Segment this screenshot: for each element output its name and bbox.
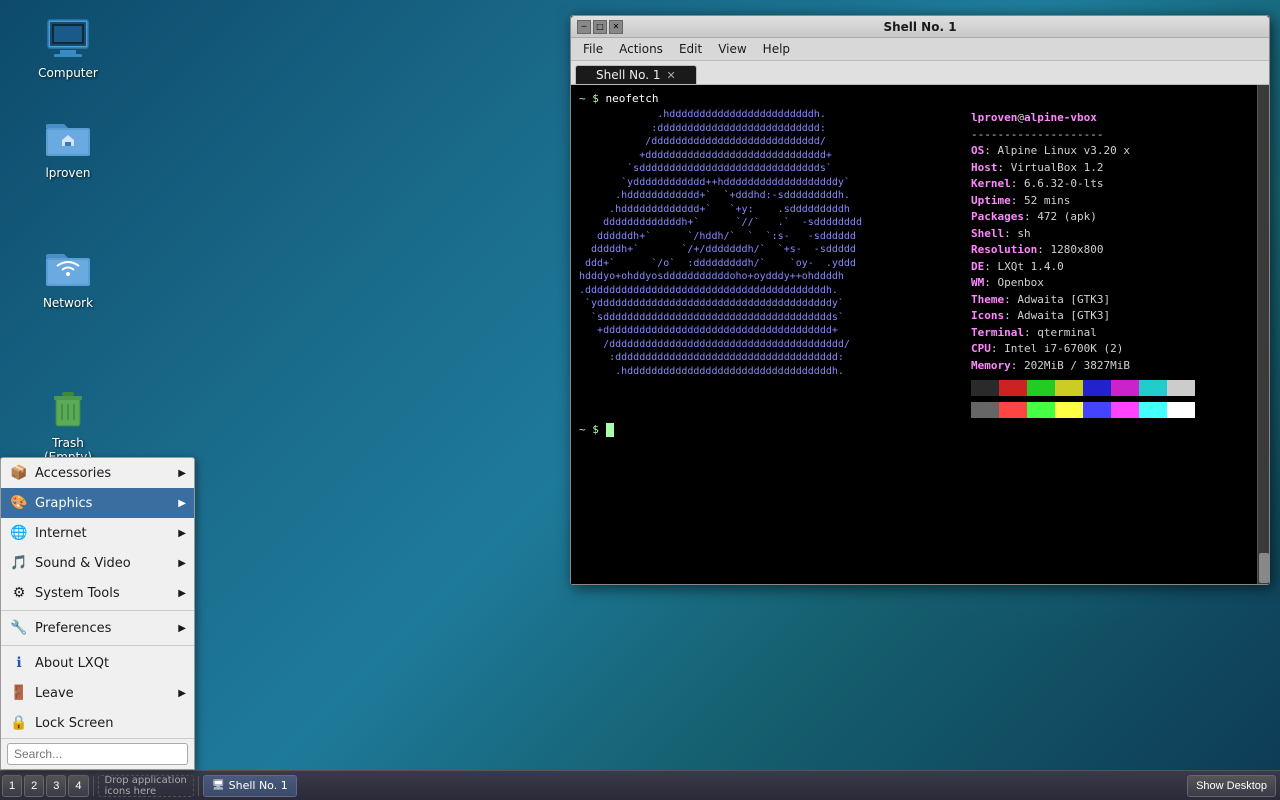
pager-btn-2[interactable]: 2 [24, 775, 44, 797]
about-icon: ℹ [9, 653, 29, 673]
computer-icon [44, 14, 92, 62]
accessories-icon: 📦 [9, 463, 29, 483]
app-menu: 📦 Accessories ▶ 🎨 Graphics ▶ 🌐 Internet … [0, 457, 195, 770]
graphics-icon: 🎨 [9, 493, 29, 513]
terminal-close-btn[interactable]: ✕ [609, 20, 623, 34]
menu-item-internet[interactable]: 🌐 Internet ▶ [1, 518, 194, 548]
menu-item-system-tools[interactable]: ⚙ System Tools ▶ [1, 578, 194, 608]
terminal-maximize-btn[interactable]: □ [593, 20, 607, 34]
terminal-prompt-line: ~ $ neofetch [579, 91, 1249, 106]
taskbar-window-shell[interactable]: 🖥 Shell No. 1 [203, 775, 297, 797]
menu-item-sound-video[interactable]: 🎵 Sound & Video ▶ [1, 548, 194, 578]
terminal-color-blocks-2 [971, 402, 1195, 418]
desktop-icon-lproven[interactable]: lproven [28, 110, 108, 184]
taskbar-window-label: Shell No. 1 [229, 779, 288, 792]
terminal-content-area: ~ $ neofetch .hddddddddddddddddddddddddh… [571, 85, 1269, 584]
lproven-icon-label: lproven [45, 166, 90, 180]
lock-icon: 🔒 [9, 713, 29, 733]
taskbar-left: 1 2 3 4 Drop applicationicons here 🖥 She… [0, 775, 297, 797]
lproven-folder-icon [44, 114, 92, 162]
drop-area-label: Drop applicationicons here [105, 775, 187, 797]
sound-video-arrow: ▶ [178, 558, 186, 569]
menu-item-leave[interactable]: 🚪 Leave ▶ [1, 678, 194, 708]
terminal-minimize-btn[interactable]: ─ [577, 20, 591, 34]
menu-item-graphics[interactable]: 🎨 Graphics ▶ [1, 488, 194, 518]
network-icon-label: Network [43, 296, 93, 310]
terminal-menu-file[interactable]: File [575, 40, 611, 58]
terminal-scroll-thumb[interactable] [1259, 553, 1269, 583]
search-input[interactable] [7, 743, 188, 765]
trash-icon [44, 384, 92, 432]
menu-search [1, 738, 194, 769]
terminal-prompt-2: ~ $ [579, 422, 1249, 437]
taskbar: 1 2 3 4 Drop applicationicons here 🖥 She… [0, 770, 1280, 800]
internet-icon: 🌐 [9, 523, 29, 543]
desktop-icon-computer[interactable]: Computer [28, 10, 108, 84]
sound-video-icon: 🎵 [9, 553, 29, 573]
terminal-menu-edit[interactable]: Edit [671, 40, 710, 58]
terminal-tab-close[interactable]: ✕ [666, 69, 675, 82]
desktop: Computer lproven [0, 0, 1280, 800]
terminal-titlebar: ─ □ ✕ Shell No. 1 [571, 16, 1269, 38]
preferences-icon: 🔧 [9, 618, 29, 638]
taskbar-right: Show Desktop [1187, 774, 1280, 797]
show-desktop-btn[interactable]: Show Desktop [1187, 775, 1276, 797]
terminal-color-blocks [971, 380, 1195, 396]
accessories-arrow: ▶ [178, 468, 186, 479]
terminal-tab-label: Shell No. 1 [596, 68, 660, 82]
pager-btn-4[interactable]: 4 [68, 775, 88, 797]
neofetch-info: lproven@alpine-vbox --------------------… [971, 108, 1195, 418]
pager-btn-3[interactable]: 3 [46, 775, 66, 797]
graphics-arrow: ▶ [178, 498, 186, 509]
taskbar-window-icon: 🖥 [212, 780, 225, 791]
neofetch-ascii-art: .hddddddddddddddddddddddddh. :dddddddddd… [579, 108, 959, 418]
menu-item-lock[interactable]: 🔒 Lock Screen [1, 708, 194, 738]
computer-icon-label: Computer [38, 66, 98, 80]
terminal-screen[interactable]: ~ $ neofetch .hddddddddddddddddddddddddh… [571, 85, 1257, 584]
terminal-menu-help[interactable]: Help [755, 40, 798, 58]
desktop-icon-trash[interactable]: Trash(Empty) [28, 380, 108, 469]
terminal-tab[interactable]: Shell No. 1 ✕ [575, 65, 697, 84]
menu-divider-1 [1, 610, 194, 611]
preferences-arrow: ▶ [178, 623, 186, 634]
neofetch-output: .hddddddddddddddddddddddddh. :dddddddddd… [579, 108, 1249, 418]
terminal-menu-actions[interactable]: Actions [611, 40, 671, 58]
taskbar-drop-area: Drop applicationicons here [98, 775, 194, 797]
menu-item-preferences[interactable]: 🔧 Preferences ▶ [1, 613, 194, 643]
terminal-title: Shell No. 1 [627, 20, 1213, 34]
taskbar-sep-1 [93, 776, 94, 796]
leave-icon: 🚪 [9, 683, 29, 703]
internet-arrow: ▶ [178, 528, 186, 539]
network-icon [44, 244, 92, 292]
system-tools-arrow: ▶ [178, 588, 186, 599]
taskbar-sep-2 [198, 776, 199, 796]
terminal-window: ─ □ ✕ Shell No. 1 File Actions Edit View… [570, 15, 1270, 585]
terminal-scrollbar[interactable] [1257, 85, 1269, 584]
pager-btn-1[interactable]: 1 [2, 775, 22, 797]
desktop-icon-network[interactable]: Network [28, 240, 108, 314]
leave-arrow: ▶ [178, 688, 186, 699]
menu-item-about[interactable]: ℹ About LXQt [1, 648, 194, 678]
terminal-menu-view[interactable]: View [710, 40, 754, 58]
menu-divider-2 [1, 645, 194, 646]
system-tools-icon: ⚙ [9, 583, 29, 603]
menu-item-accessories[interactable]: 📦 Accessories ▶ [1, 458, 194, 488]
terminal-menubar: File Actions Edit View Help [571, 38, 1269, 61]
